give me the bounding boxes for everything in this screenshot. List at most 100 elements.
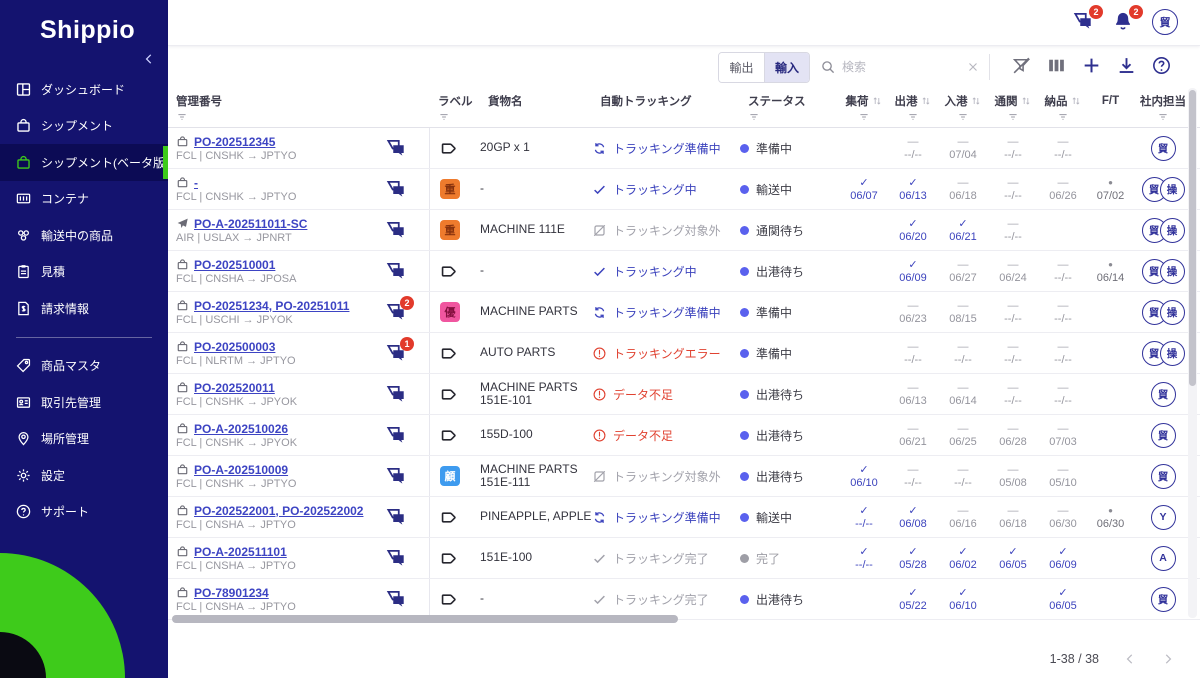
sort-icon[interactable] <box>970 95 982 107</box>
filter-icon[interactable] <box>957 111 969 123</box>
shipment-id-link[interactable]: PO-A-202511101 <box>194 545 287 559</box>
chat-button[interactable] <box>385 588 407 610</box>
shipment-status: 出港待ち <box>740 386 840 403</box>
column-header-pickup[interactable]: 集荷 <box>840 88 888 127</box>
route-text: FCL | CNSHK → JPTYO <box>176 150 296 162</box>
chat-button[interactable] <box>385 547 407 569</box>
column-header-cargo: 貨物名 <box>480 88 592 127</box>
sidebar-item-containers[interactable]: コンテナ <box>0 181 168 218</box>
pickup-date-cell: ✓06/10 <box>840 464 888 489</box>
column-header-departure[interactable]: 出港 <box>888 88 938 127</box>
shipment-id-link[interactable]: PO-A-202510026 <box>194 422 288 436</box>
help-button[interactable] <box>1151 55 1172 76</box>
messages-button[interactable]: 2 <box>1072 10 1096 34</box>
download-button[interactable] <box>1116 55 1137 76</box>
sidebar-item-quotes[interactable]: 見積 <box>0 254 168 291</box>
chat-button[interactable] <box>385 178 407 200</box>
delivery-date-cell: —06/26 <box>1038 177 1088 202</box>
clear-search-icon[interactable] <box>966 60 980 74</box>
shipment-id-link[interactable]: - <box>194 176 198 190</box>
chat-button[interactable] <box>385 383 407 405</box>
tab-import[interactable]: 輸入 <box>764 53 809 82</box>
shipment-id-link[interactable]: PO-78901234 <box>194 586 269 600</box>
label-cell <box>430 139 480 158</box>
notifications-button[interactable]: 2 <box>1112 10 1136 34</box>
dash-mark-icon: — <box>1008 300 1019 312</box>
customs-date-cell: —06/24 <box>988 259 1038 284</box>
sort-icon[interactable] <box>1020 95 1032 107</box>
chat-button[interactable] <box>385 137 407 159</box>
alert-icon <box>592 428 607 443</box>
clear-filters-button[interactable] <box>1011 55 1032 76</box>
sidebar-item-partners[interactable]: 取引先管理 <box>0 384 168 421</box>
search-box <box>820 54 990 80</box>
shipment-id-link[interactable]: PO-202510001 <box>194 258 275 272</box>
shipment-id-link[interactable]: PO-202522001, PO-202522002 <box>194 504 363 518</box>
filter-icon[interactable] <box>907 111 919 123</box>
filter-icon[interactable] <box>438 111 450 123</box>
status-dot-icon <box>740 267 749 276</box>
column-header-label[interactable]: ラベル <box>430 88 480 127</box>
status-dot-icon <box>740 595 749 604</box>
status-label: 準備中 <box>756 345 792 362</box>
chat-button[interactable] <box>385 424 407 446</box>
previous-page-button[interactable] <box>1123 652 1137 666</box>
column-header-id[interactable]: 管理番号 <box>168 88 430 127</box>
plus-icon <box>1081 55 1102 76</box>
sort-icon[interactable] <box>871 95 883 107</box>
horizontal-scrollbar[interactable] <box>172 615 678 623</box>
chat-button[interactable] <box>385 465 407 487</box>
shipment-id-link[interactable]: PO-202500003 <box>194 340 275 354</box>
filter-icon[interactable] <box>858 111 870 123</box>
check-mark-icon: ✓ <box>1008 546 1017 558</box>
sidebar-item-dashboard[interactable]: ダッシュボード <box>0 71 168 108</box>
date-value: 06/18 <box>999 518 1027 530</box>
search-input[interactable] <box>842 60 960 74</box>
column-header-customs[interactable]: 通関 <box>988 88 1038 127</box>
chat-button[interactable] <box>385 506 407 528</box>
add-shipment-button[interactable] <box>1081 55 1102 76</box>
dash-mark-icon: — <box>1008 341 1019 353</box>
shipment-id-link[interactable]: PO-202520011 <box>194 381 275 395</box>
filter-icon[interactable] <box>1007 111 1019 123</box>
chat-button[interactable] <box>385 219 407 241</box>
check-mark-icon: ✓ <box>1058 587 1067 599</box>
shipment-id-link[interactable]: PO-A-202510009 <box>194 463 288 477</box>
chat-button[interactable]: 1 <box>385 342 407 364</box>
sidebar-collapse-button[interactable] <box>142 52 156 66</box>
column-settings-button[interactable] <box>1046 55 1067 76</box>
sort-icon[interactable] <box>1070 95 1082 107</box>
sidebar-item-product-master[interactable]: 商品マスタ <box>0 348 168 385</box>
sidebar-item-shipments[interactable]: シップメント <box>0 108 168 145</box>
table-row: -FCL | CNSHK → JPTYO重-トラッキング中輸送中✓06/07✓0… <box>168 169 1200 210</box>
arrival-date-cell: —06/16 <box>938 505 988 530</box>
sidebar-item-support[interactable]: サポート <box>0 494 168 531</box>
sidebar-item-settings[interactable]: 設定 <box>0 457 168 494</box>
user-avatar[interactable]: 貿 <box>1152 9 1178 35</box>
filter-icon[interactable] <box>1057 111 1069 123</box>
filter-icon[interactable] <box>1157 111 1169 123</box>
filter-icon[interactable] <box>176 111 188 123</box>
filter-icon[interactable] <box>748 111 760 123</box>
column-header-delivery[interactable]: 納品 <box>1038 88 1088 127</box>
tab-export[interactable]: 輸出 <box>719 53 764 82</box>
sort-icon[interactable] <box>920 95 932 107</box>
next-page-button[interactable] <box>1161 652 1175 666</box>
shipment-status: 出港待ち <box>740 468 840 485</box>
sidebar-item-billing[interactable]: 請求情報 <box>0 290 168 327</box>
column-header-status[interactable]: ステータス <box>740 88 840 127</box>
sidebar-item-locations[interactable]: 場所管理 <box>0 421 168 458</box>
shipment-id-link[interactable]: PO-202512345 <box>194 135 275 149</box>
table-row: PO-202520011FCL | CNSHK → JPYOKMACHINE P… <box>168 374 1200 415</box>
chat-button[interactable] <box>385 260 407 282</box>
sidebar-item-shipments-beta[interactable]: シップメント(ベータ版) <box>0 144 168 181</box>
shipment-id-link[interactable]: PO-20251234, PO-20251011 <box>194 299 349 313</box>
chat-button[interactable]: 2 <box>385 301 407 323</box>
column-header-staff[interactable]: 社内担当 <box>1133 88 1193 127</box>
vertical-scrollbar[interactable] <box>1189 90 1196 386</box>
shipment-id-link[interactable]: PO-A-202511011-SC <box>194 217 307 231</box>
dash-mark-icon: — <box>1008 218 1019 230</box>
column-header-arrival[interactable]: 入港 <box>938 88 988 127</box>
sidebar-item-goods-in-transit[interactable]: 輸送中の商品 <box>0 217 168 254</box>
tracking-status: トラッキング対象外 <box>592 222 740 239</box>
